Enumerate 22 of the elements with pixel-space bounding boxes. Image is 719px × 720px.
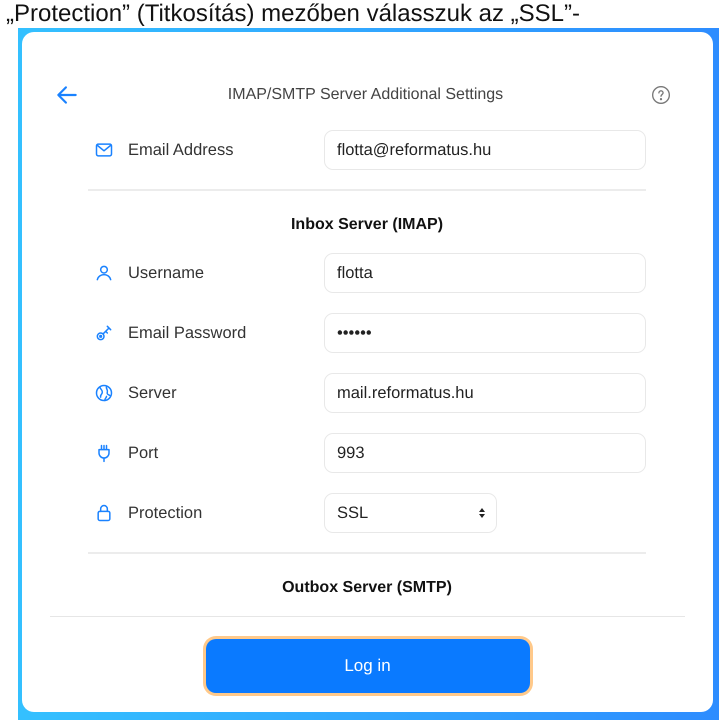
login-button[interactable]: Log in: [206, 639, 530, 693]
help-icon[interactable]: [651, 85, 671, 105]
chevron-icon: [478, 507, 486, 519]
page-title: IMAP/SMTP Server Additional Settings: [226, 86, 504, 104]
field-label: Port: [128, 444, 160, 462]
section-heading: Outbox Server (SMTP): [281, 578, 453, 598]
document-text: „Protection” (Titkosítás) mezőben válasszuk az „SSL”-: [5, 0, 581, 28]
protection-select[interactable]: SSL: [324, 493, 497, 533]
input-field[interactable]: flotta: [324, 253, 646, 293]
input-field[interactable]: 993: [324, 433, 646, 473]
password-field[interactable]: ••••••: [324, 313, 646, 353]
field-label: Server: [128, 384, 178, 402]
globe-icon: [94, 383, 114, 403]
input-field[interactable]: mail.reformatus.hu: [324, 373, 646, 413]
field-label: Protection: [128, 504, 204, 522]
input-field[interactable]: flotta@reformatus.hu: [324, 130, 646, 170]
field-label: Username: [128, 264, 206, 282]
key-icon: [94, 323, 114, 343]
field-label: Email Password: [128, 324, 248, 342]
section-heading: Inbox Server (IMAP): [290, 215, 444, 235]
field-label: Email Address: [128, 140, 234, 160]
person-icon: [94, 263, 114, 283]
